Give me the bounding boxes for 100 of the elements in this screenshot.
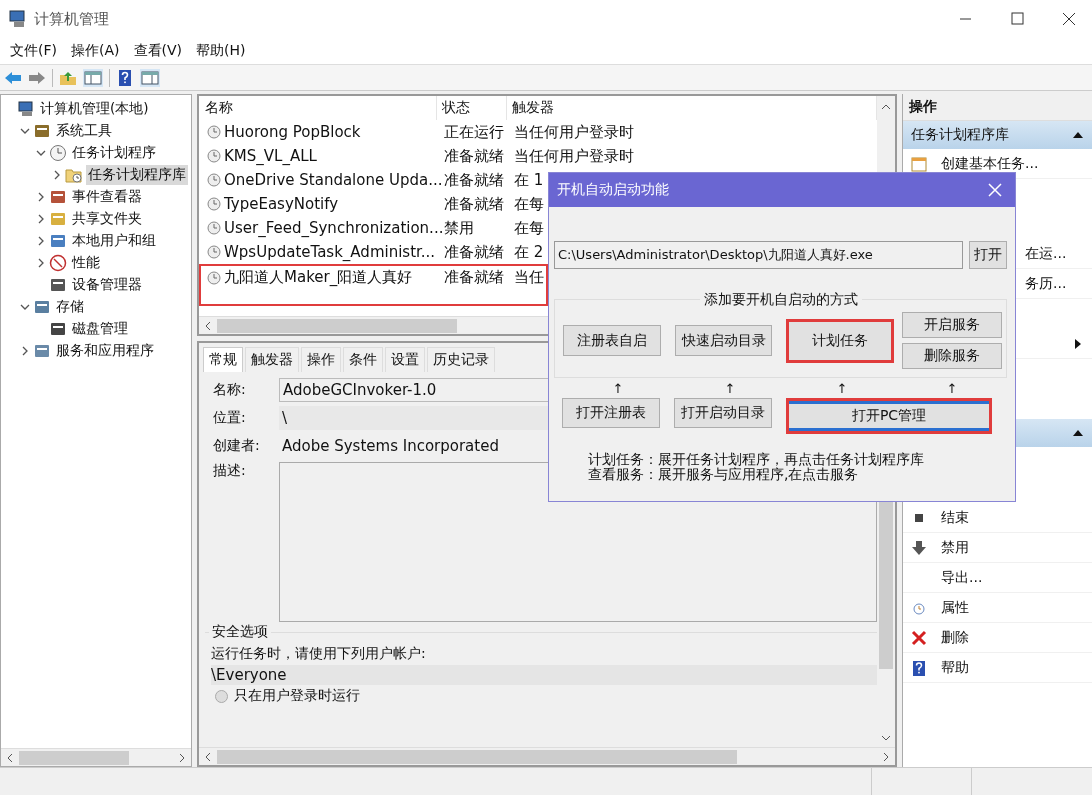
tree-item[interactable]: 设备管理器 bbox=[70, 275, 144, 295]
action-item[interactable]: 帮助 bbox=[941, 658, 969, 677]
open-button[interactable]: 打开 bbox=[969, 241, 1007, 269]
service-button[interactable]: 开启服务 bbox=[902, 312, 1002, 338]
task-row[interactable]: KMS_VL_ALL 准备就绪 当任何用户登录时 bbox=[199, 144, 877, 168]
menu-item[interactable]: 文件(F) bbox=[10, 42, 57, 60]
collapse-arrow-icon[interactable] bbox=[1072, 429, 1084, 437]
action-pane-icon[interactable] bbox=[140, 68, 160, 87]
column-header[interactable]: 状态 bbox=[437, 96, 507, 120]
task-name: KMS_VL_ALL bbox=[224, 147, 317, 165]
action-item[interactable]: 禁用 bbox=[941, 538, 969, 557]
column-header[interactable]: 名称 bbox=[199, 96, 437, 120]
task-trigger: 在每 bbox=[513, 218, 544, 238]
action-item[interactable]: 导出... bbox=[941, 568, 983, 587]
submenu-arrow-icon[interactable] bbox=[1074, 337, 1082, 350]
tree-item[interactable]: 性能 bbox=[70, 253, 102, 273]
clock-icon bbox=[207, 245, 221, 259]
radio-label[interactable]: 只在用户登录时运行 bbox=[234, 687, 360, 705]
section-header[interactable]: 任务计划程序库 bbox=[903, 121, 1092, 149]
arrow-glyph: ↑ bbox=[612, 380, 624, 396]
chevron-right-icon[interactable] bbox=[177, 752, 187, 763]
chevron-left-icon[interactable] bbox=[203, 320, 213, 331]
action-item[interactable]: 删除 bbox=[941, 628, 969, 647]
pane-toggle-icon[interactable] bbox=[83, 68, 103, 87]
hint-text: 查看服务：展开服务与应用程序,在点击服务 bbox=[588, 467, 860, 483]
action-item[interactable]: 务历... bbox=[1025, 274, 1067, 293]
tree-item[interactable]: 服务和应用程序 bbox=[54, 341, 156, 361]
open-button[interactable]: 打开注册表 bbox=[562, 398, 660, 428]
help-icon[interactable] bbox=[116, 68, 134, 87]
panel-title: 操作 bbox=[903, 94, 1092, 121]
close-button[interactable] bbox=[987, 182, 1003, 198]
tree-item[interactable]: 任务计划程序库 bbox=[86, 165, 188, 185]
gauge-icon bbox=[49, 254, 67, 272]
menu-item[interactable]: 查看(V) bbox=[133, 42, 182, 60]
clock-icon bbox=[207, 149, 221, 163]
method-button[interactable]: 快速启动目录 bbox=[674, 325, 773, 356]
action-item[interactable]: 在运... bbox=[1025, 244, 1067, 263]
tree-item[interactable]: 共享文件夹 bbox=[70, 209, 144, 229]
task-trigger: 在每 bbox=[513, 194, 544, 214]
clock-icon bbox=[207, 125, 221, 139]
open-button[interactable]: 打开PC管理 bbox=[786, 398, 992, 434]
clock-icon bbox=[207, 270, 221, 285]
task-status: 正在运行 bbox=[443, 122, 505, 142]
clock-icon bbox=[49, 144, 67, 162]
chevron-down-icon[interactable] bbox=[881, 733, 891, 743]
chevron-left-icon[interactable] bbox=[5, 752, 15, 763]
task-status: 准备就绪 bbox=[443, 170, 505, 190]
tab[interactable]: 常规 bbox=[203, 347, 243, 372]
chevron-left-icon[interactable] bbox=[203, 751, 213, 762]
expander-icon[interactable] bbox=[36, 236, 46, 246]
expander-icon[interactable] bbox=[36, 214, 46, 224]
tab[interactable]: 条件 bbox=[343, 347, 383, 372]
task-row[interactable]: Huorong PopBlock 正在运行 当任何用户登录时 bbox=[199, 120, 877, 144]
tree-item[interactable]: 本地用户和组 bbox=[70, 231, 158, 251]
expander-icon[interactable] bbox=[36, 258, 46, 268]
chevron-right-icon[interactable] bbox=[881, 751, 891, 762]
expander-icon[interactable] bbox=[20, 302, 30, 312]
method-button[interactable]: 注册表自启 bbox=[563, 325, 661, 356]
task-name: OneDrive Standalone Upda... bbox=[224, 171, 443, 189]
tree-item[interactable]: 系统工具 bbox=[54, 121, 114, 141]
expander-icon[interactable] bbox=[52, 170, 62, 180]
tab[interactable]: 触发器 bbox=[245, 347, 299, 372]
action-item[interactable]: 结束 bbox=[941, 508, 969, 527]
open-button[interactable]: 打开启动目录 bbox=[674, 398, 772, 428]
horizontal-scrollbar[interactable] bbox=[1, 748, 191, 766]
tree-item[interactable]: 磁盘管理 bbox=[70, 319, 130, 339]
expander-icon[interactable] bbox=[36, 192, 46, 202]
tree-item[interactable]: 存储 bbox=[54, 297, 86, 317]
down-arrow-icon bbox=[911, 539, 927, 556]
method-button[interactable]: 计划任务 bbox=[786, 318, 894, 363]
expander-icon[interactable] bbox=[20, 346, 30, 356]
task-name: WpsUpdateTask_Administr... bbox=[224, 243, 436, 261]
menu-item[interactable]: 操作(A) bbox=[71, 42, 120, 60]
hint-text: 计划任务：展开任务计划程序，再点击任务计划程序库 bbox=[588, 452, 925, 468]
tree-item[interactable]: 事件查看器 bbox=[70, 187, 144, 207]
tab[interactable]: 设置 bbox=[385, 347, 425, 372]
task-row[interactable]: User_Feed_Synchronization...禁用 在每 bbox=[199, 216, 877, 240]
arrow-glyph: ↑ bbox=[836, 380, 848, 396]
field-label: 位置: bbox=[213, 409, 247, 427]
action-item[interactable]: 创建基本任务... bbox=[941, 154, 1039, 173]
task-trigger: 当任何用户登录时 bbox=[513, 146, 634, 166]
tree-item[interactable]: 计算机管理(本地) bbox=[38, 99, 151, 119]
menu-item[interactable]: 帮助(H) bbox=[196, 42, 246, 60]
service-button[interactable]: 删除服务 bbox=[902, 343, 1002, 369]
expander-icon[interactable] bbox=[20, 126, 30, 136]
task-row[interactable]: 九阳道人Maker_阳道人真好 准备就绪 当任 bbox=[199, 264, 548, 306]
clock-icon bbox=[207, 197, 221, 211]
path-field[interactable]: C:\Users\Administrator\Desktop\九阳道人真好.exe bbox=[554, 241, 963, 269]
radio-button[interactable] bbox=[215, 689, 228, 703]
tab[interactable]: 操作 bbox=[301, 347, 341, 372]
section-title: 任务计划程序库 bbox=[911, 126, 1009, 144]
field-label: 描述: bbox=[213, 462, 247, 480]
collapse-arrow-icon[interactable] bbox=[1072, 131, 1084, 139]
chevron-up-icon[interactable] bbox=[881, 102, 891, 112]
horizontal-scrollbar[interactable] bbox=[199, 747, 895, 765]
action-item[interactable]: 属性 bbox=[941, 598, 969, 617]
expander-icon[interactable] bbox=[36, 148, 46, 158]
tab[interactable]: 历史记录 bbox=[427, 347, 495, 372]
tree-item[interactable]: 任务计划程序 bbox=[70, 143, 158, 163]
arrow-glyph: ↑ bbox=[724, 380, 736, 396]
